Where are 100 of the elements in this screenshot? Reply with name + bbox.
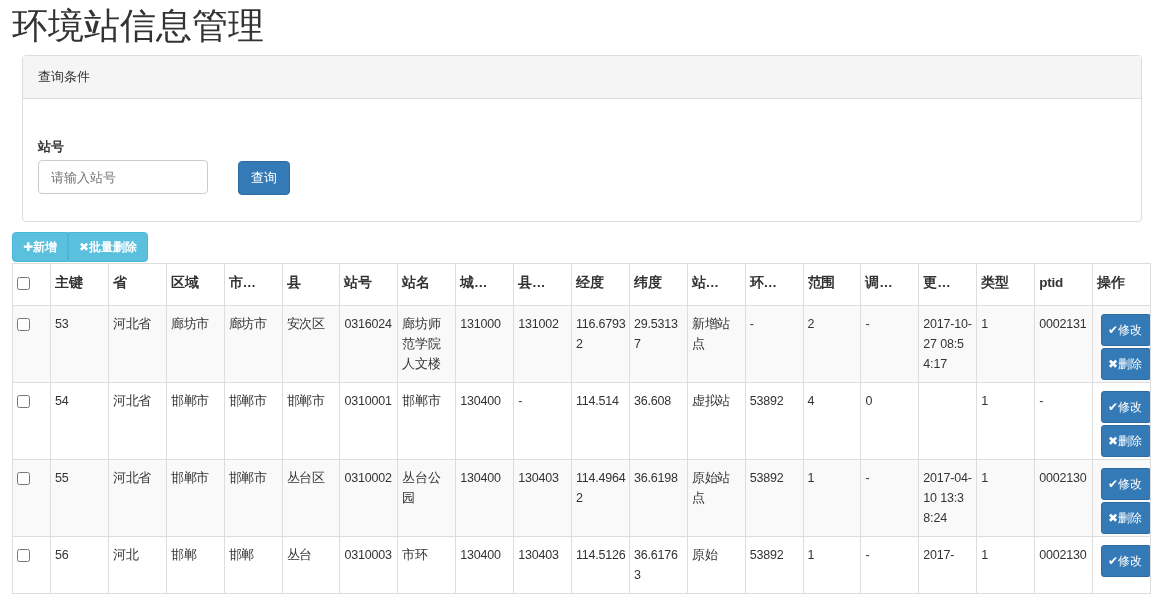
table-cell-text: 55 bbox=[55, 470, 69, 488]
delete-button[interactable]: ✖删除 bbox=[1101, 502, 1152, 535]
table-cell-text: 36.608 bbox=[633, 393, 671, 411]
column-header: 经度 bbox=[571, 263, 630, 306]
table-cell-text: 116.67932 bbox=[576, 316, 626, 354]
column-header: 县… bbox=[513, 263, 572, 306]
column-header: 纬度 bbox=[629, 263, 688, 306]
row-checkbox[interactable] bbox=[17, 549, 30, 563]
table-cell-text: 河北 bbox=[112, 547, 139, 565]
edit-button[interactable]: ✔修改 bbox=[1101, 314, 1152, 347]
table-cell-text: 114.514 bbox=[576, 393, 619, 411]
column-header: 区域 bbox=[166, 263, 225, 306]
table-cell-text: 130400 bbox=[460, 470, 501, 488]
table-cell-text: 邯郸市 bbox=[228, 470, 268, 488]
column-header: 类型 bbox=[976, 263, 1035, 306]
station-input[interactable]: 请输入站号 bbox=[38, 160, 208, 195]
table-cell-text: - bbox=[518, 393, 523, 411]
table-cell-text: 邯郸 bbox=[170, 547, 197, 565]
table-cell-text: 130400 bbox=[460, 393, 501, 411]
table-cell-text: 丛台公园 bbox=[402, 470, 442, 508]
table-cell-text: 安次区 bbox=[286, 316, 325, 334]
edit-button[interactable]: ✔修改 bbox=[1101, 391, 1152, 424]
column-header: 站号 bbox=[339, 263, 398, 306]
table-cell-text: 54 bbox=[55, 393, 69, 411]
row-checkbox[interactable] bbox=[17, 472, 30, 486]
delete-button[interactable]: ✖删除 bbox=[1101, 348, 1152, 381]
table-cell-text: 邯郸市 bbox=[170, 470, 210, 488]
column-header: 县 bbox=[282, 263, 340, 306]
table-cell-text: 河北省 bbox=[112, 316, 152, 334]
table-cell-text: 1 bbox=[807, 470, 815, 488]
table-cell-text: 丛台 bbox=[286, 547, 313, 565]
table-cell-text: 河北省 bbox=[112, 470, 152, 488]
table-cell-text: 0002130 bbox=[1039, 547, 1087, 565]
table-cell-text: 114.49642 bbox=[576, 470, 626, 508]
delete-button[interactable]: ✖删除 bbox=[1101, 425, 1152, 458]
table-cell-text: 0310003 bbox=[344, 547, 392, 565]
table-cell-text: 130403 bbox=[518, 547, 559, 565]
table-cell-text: 1 bbox=[981, 393, 988, 411]
table-cell-text: 原始站点 bbox=[691, 470, 732, 508]
column-header: 范围 bbox=[803, 263, 861, 306]
table-cell-text: 131002 bbox=[518, 316, 559, 334]
table-cell-text: 0 bbox=[865, 393, 873, 411]
column-header: 城… bbox=[455, 263, 514, 306]
table-cell-text: 廊坊市 bbox=[170, 316, 210, 334]
table-cell-text: 2017-10-27 08:54:17 bbox=[923, 316, 973, 374]
table-cell-text: - bbox=[865, 316, 870, 334]
table-cell-text: 2017- bbox=[923, 547, 955, 565]
table-cell-text: 虚拟站 bbox=[691, 393, 731, 411]
table-cell-text: 1 bbox=[981, 316, 988, 334]
table-cell-text: 2017-04-10 13:38:24 bbox=[923, 470, 973, 528]
table-cell-text: 0002130 bbox=[1039, 470, 1087, 488]
table-cell-text: - bbox=[1039, 393, 1044, 411]
column-header: ptid bbox=[1034, 263, 1093, 306]
table-cell-text: 1 bbox=[981, 547, 988, 565]
table-cell-text: 53 bbox=[55, 316, 69, 334]
page-title: 环境站信息管理 bbox=[12, 4, 265, 48]
edit-button[interactable]: ✔修改 bbox=[1101, 468, 1152, 501]
table-cell-text: 原始 bbox=[691, 547, 718, 565]
row-checkbox[interactable] bbox=[17, 395, 30, 409]
table-cell-text: 廊坊师范学院人文楼 bbox=[402, 316, 442, 374]
row-checkbox[interactable] bbox=[17, 318, 30, 332]
table-cell-text: 1 bbox=[807, 547, 815, 565]
select-all-checkbox[interactable] bbox=[17, 277, 30, 291]
column-header: 调… bbox=[860, 263, 919, 306]
column-header: 站名 bbox=[397, 263, 456, 306]
table-cell-text: 2 bbox=[807, 316, 815, 334]
table-cell-text: 56 bbox=[55, 547, 69, 565]
table-cell-text: 4 bbox=[807, 393, 815, 411]
table-cell-text: 邯郸市 bbox=[170, 393, 210, 411]
table-cell-text: 河北省 bbox=[112, 393, 152, 411]
table-cell-text: 邯郸市 bbox=[402, 393, 441, 411]
table-cell-text: 市环 bbox=[402, 547, 428, 565]
table-cell-text: 36.61763 bbox=[633, 547, 679, 585]
table-cell-text: 53892 bbox=[749, 470, 784, 488]
edit-button[interactable]: ✔修改 bbox=[1101, 545, 1152, 578]
table-cell-text: 0310002 bbox=[344, 470, 392, 488]
table-cell-text: 邯郸市 bbox=[286, 393, 325, 411]
column-header: 省 bbox=[108, 263, 167, 306]
table-cell-text: 130400 bbox=[460, 547, 501, 565]
table-cell-text: - bbox=[865, 547, 870, 565]
table-cell-text: 丛台区 bbox=[286, 470, 325, 488]
table-cell-text: 邯郸市 bbox=[228, 393, 268, 411]
table-cell-text: - bbox=[749, 316, 754, 334]
table-cell-text: 130403 bbox=[518, 470, 559, 488]
table-cell-text: 0310001 bbox=[344, 393, 392, 411]
table-cell-text: 新增站点 bbox=[691, 316, 732, 354]
table-cell-text: 53892 bbox=[749, 393, 784, 411]
column-header: 市… bbox=[224, 263, 283, 306]
table-cell-text: 0316024 bbox=[344, 316, 392, 334]
table-cell-text: 廊坊市 bbox=[228, 316, 268, 334]
table-cell-text: 131000 bbox=[460, 316, 501, 334]
query-button[interactable]: 查询 bbox=[238, 161, 290, 196]
table-cell-text: - bbox=[865, 470, 870, 488]
column-header: 主键 bbox=[50, 263, 109, 306]
table-cell-text: 邯郸 bbox=[228, 547, 255, 565]
column-header: 站… bbox=[687, 263, 746, 306]
column-header: 更… bbox=[918, 263, 977, 306]
table-cell-text: 53892 bbox=[749, 547, 784, 565]
field-label: 站号 bbox=[38, 137, 65, 156]
table-cell-text: 114.5126 bbox=[576, 547, 626, 565]
